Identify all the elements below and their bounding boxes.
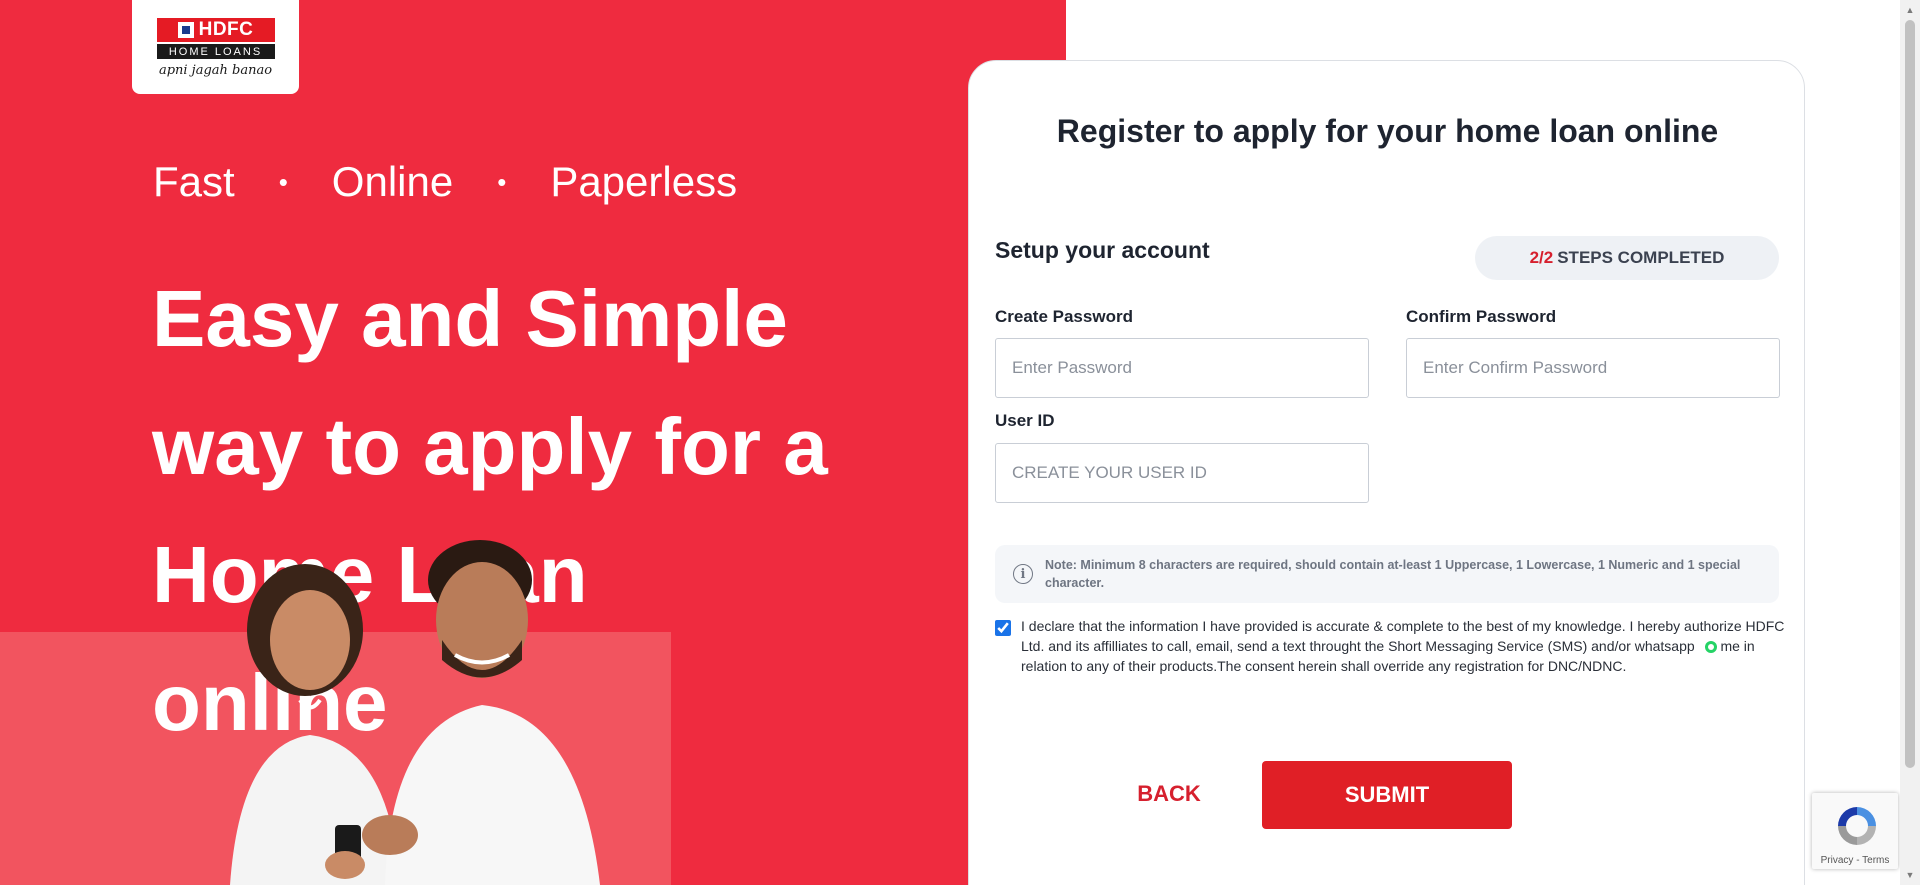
recaptcha-icon [1838,807,1876,845]
consent-text: I declare that the information I have pr… [1021,616,1785,676]
confirm-password-input[interactable] [1406,338,1780,398]
section-title: Setup your account [995,237,1210,263]
user-id-input[interactable] [995,443,1369,503]
tagline-item-paperless: Paperless [550,158,738,205]
confirm-password-label: Confirm Password [1406,307,1557,326]
tagline-item-online: Online [331,158,454,205]
hero-panel: HDFC HOME LOANS apni jagah banao Fast • … [0,0,1066,885]
submit-button[interactable]: SUBMIT [1262,761,1512,829]
user-id-label: User ID [995,411,1055,430]
steps-count: 2/2 [1529,248,1554,267]
couple-illustration [230,540,600,885]
recaptcha-badge[interactable]: Privacy - Terms [1812,793,1898,869]
scroll-up-arrow-icon[interactable]: ▲ [1900,2,1920,18]
logo-wordmark: HDFC [156,18,275,42]
logo-tagline: apni jagah banao [158,63,273,78]
hdfc-logo[interactable]: HDFC HOME LOANS apni jagah banao [132,0,299,94]
create-password-input[interactable] [995,338,1369,398]
hero-tagline: Fast • Online • Paperless [153,158,737,206]
page: HDFC HOME LOANS apni jagah banao Fast • … [0,0,1920,885]
registration-form-card: Register to apply for your home loan onl… [968,60,1805,885]
password-note: i Note: Minimum 8 characters are require… [995,545,1779,603]
logo-sub-text: HOME LOANS [156,44,275,59]
recaptcha-links[interactable]: Privacy - Terms [1812,855,1898,866]
scroll-down-arrow-icon[interactable]: ▼ [1900,867,1920,883]
create-password-label: Create Password [995,307,1133,326]
consent-checkbox[interactable] [995,620,1011,636]
tagline-separator: • [278,166,288,197]
password-note-text: Note: Minimum 8 characters are required,… [1045,558,1741,590]
tagline-separator: • [497,166,507,197]
logo-mark-icon [177,22,194,38]
tagline-item-fast: Fast [153,158,235,205]
consent-text-part1: I declare that the information I have pr… [1021,618,1785,654]
consent-declaration: I declare that the information I have pr… [995,616,1785,676]
whatsapp-icon [1704,641,1717,654]
page-scrollbar[interactable]: ▲ ▼ [1900,0,1920,885]
scrollbar-thumb[interactable] [1905,20,1915,768]
info-icon: i [1013,564,1033,584]
steps-label: STEPS COMPLETED [1557,248,1725,267]
back-button[interactable]: BACK [1117,761,1221,827]
logo-top-text: HDFC [198,19,254,40]
steps-progress-badge: 2/2 STEPS COMPLETED [1475,236,1779,280]
form-title: Register to apply for your home loan onl… [1056,113,1719,149]
